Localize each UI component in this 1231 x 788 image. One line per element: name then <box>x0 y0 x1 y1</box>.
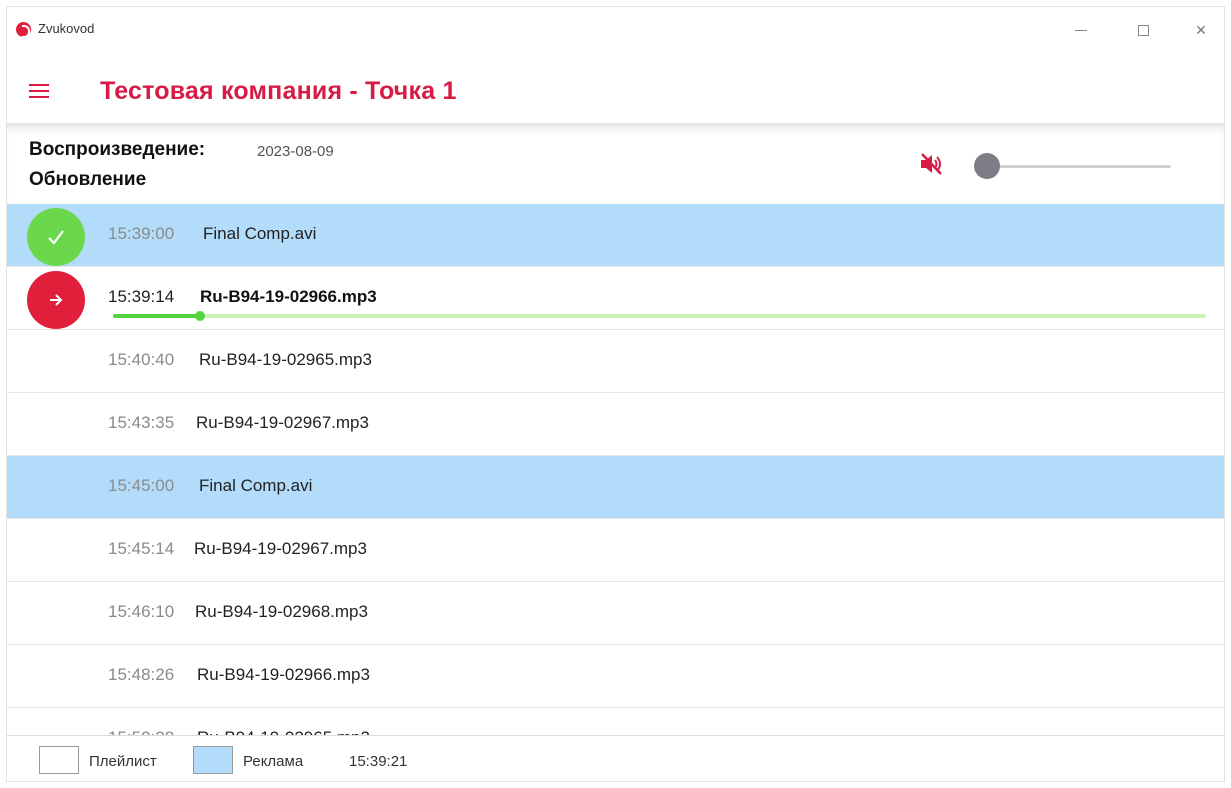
title-bar: Zvukovod ✕ <box>7 7 1224 53</box>
row-filename: Ru-B94-19-02965.mp3 <box>199 350 372 369</box>
status-panel: Воспроизведение: 2023-08-09 Обновление <box>7 123 1224 204</box>
playback-date: 2023-08-09 <box>257 143 334 160</box>
current-time: 15:39:21 <box>349 753 408 770</box>
volume-slider-thumb[interactable] <box>974 153 1000 179</box>
row-filename: Ru-B94-19-02967.mp3 <box>194 539 367 558</box>
row-time: 15:39:00 <box>108 224 175 243</box>
legend-footer: Плейлист Реклама 15:39:21 <box>7 735 1224 781</box>
row-time: 15:50:28 <box>108 728 174 735</box>
row-filename: Ru-B94-19-02965.mp3 <box>197 728 370 735</box>
playlist-row[interactable]: 15:45:00 Final Comp.avi <box>7 456 1224 519</box>
playlist-row[interactable]: 15:43:35 Ru-B94-19-02967.mp3 <box>7 393 1224 456</box>
app-window: Zvukovod ✕ Тестовая компания - Точка 1 В… <box>6 6 1225 782</box>
minimize-button[interactable] <box>1059 17 1103 43</box>
maximize-button[interactable] <box>1121 17 1165 43</box>
row-filename: Final Comp.avi <box>199 476 313 495</box>
playback-label: Воспроизведение: <box>29 139 206 160</box>
legend-playlist-swatch <box>39 746 79 774</box>
playlist-row[interactable]: 15:45:14 Ru-B94-19-02967.mp3 <box>7 519 1224 582</box>
page-title: Тестовая компания - Точка 1 <box>100 77 457 105</box>
legend-ad-label: Реклама <box>243 753 304 770</box>
row-time: 15:39:14 <box>108 287 175 306</box>
progress-knob[interactable] <box>195 311 205 321</box>
menu-icon[interactable] <box>29 84 49 98</box>
row-filename: Ru-B94-19-02967.mp3 <box>196 413 369 432</box>
close-button[interactable]: ✕ <box>1179 17 1223 43</box>
maximize-icon <box>1137 24 1149 36</box>
row-time: 15:45:00 <box>108 476 175 495</box>
row-time: 15:45:14 <box>108 539 175 558</box>
row-filename: Final Comp.avi <box>203 224 317 243</box>
row-filename: Ru-B94-19-02968.mp3 <box>195 602 368 621</box>
row-filename: Ru-B94-19-02966.mp3 <box>200 287 377 306</box>
playlist-row[interactable]: 15:50:28 Ru-B94-19-02965.mp3 <box>7 708 1224 735</box>
window-title: Zvukovod <box>38 21 95 36</box>
legend-ad-swatch <box>193 746 233 774</box>
playback-progress-bar[interactable] <box>113 311 1206 321</box>
playlist-row[interactable]: 15:40:40 Ru-B94-19-02965.mp3 <box>7 330 1224 393</box>
row-time: 15:43:35 <box>108 413 175 432</box>
app-logo-icon <box>16 22 31 38</box>
row-time: 15:46:10 <box>108 602 175 621</box>
close-icon: ✕ <box>1195 21 1207 38</box>
legend-playlist-label: Плейлист <box>89 753 157 770</box>
row-filename: Ru-B94-19-02966.mp3 <box>197 665 370 684</box>
check-icon <box>27 208 85 266</box>
update-label: Обновление <box>29 169 147 190</box>
playlist-row[interactable]: 15:48:26 Ru-B94-19-02966.mp3 <box>7 645 1224 708</box>
playlist-row[interactable]: 15:46:10 Ru-B94-19-02968.mp3 <box>7 582 1224 645</box>
playlist-row[interactable]: 15:39:00 Final Comp.avi <box>7 204 1224 267</box>
progress-fill <box>113 314 200 318</box>
row-time: 15:40:40 <box>108 350 175 369</box>
playlist-row[interactable]: 15:39:14 Ru-B94-19-02966.mp3 <box>7 267 1224 330</box>
minimize-icon <box>1075 29 1087 31</box>
volume-slider-track[interactable] <box>987 165 1171 168</box>
app-header: Тестовая компания - Точка 1 <box>7 53 1224 123</box>
row-time: 15:48:26 <box>108 665 175 684</box>
mute-icon[interactable] <box>919 153 945 175</box>
arrow-right-icon <box>27 271 85 329</box>
playlist: 15:39:00 Final Comp.avi 15:39:14 Ru-B94-19-… <box>7 204 1224 735</box>
